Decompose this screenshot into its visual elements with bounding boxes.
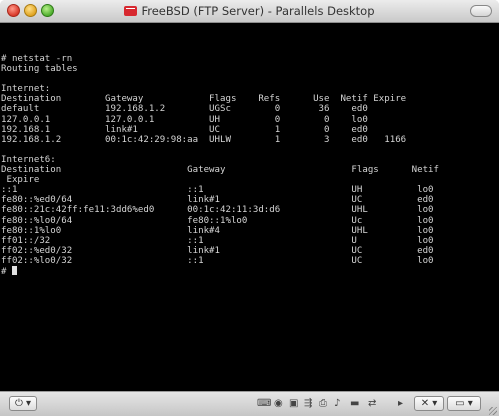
power-button[interactable]: ⏻ ▾ xyxy=(9,396,37,411)
terminal-line: ff01::/32 ::1 U lo0 xyxy=(1,235,434,246)
terminal-line: Internet6: xyxy=(1,154,56,165)
terminal-line: fe80::21c:42ff:fe11:3dd6%ed0 00:1c:42:11… xyxy=(1,205,434,216)
terminal-line: ff02::%ed0/32 link#1 UC ed0 xyxy=(1,245,434,256)
resize-grip[interactable] xyxy=(489,407,497,415)
floppy-icon[interactable]: ▣ xyxy=(289,399,298,409)
terminal-line: 192.168.1.2 00:1c:42:29:98:aa UHLW 1 3 e… xyxy=(1,134,407,145)
network-icon[interactable]: ⇄ xyxy=(368,399,376,409)
terminal-line: Destination Gateway Flags Refs Use Netif… xyxy=(1,94,407,105)
terminal-line: ff02::%lo0/32 ::1 UC lo0 xyxy=(1,255,434,266)
vm-screen[interactable]: # netstat -rn Routing tables Internet: Dest… xyxy=(0,23,499,391)
view-mode-button[interactable]: ▭ ▾ xyxy=(447,396,481,411)
status-toolbar: ⏻ ▾ ⌨ ◉ ▣ ⇶ ⎙ ♪ ▬ ⇄ ▸ ✕ ▾ ▭ ▾ xyxy=(0,391,499,416)
sound-icon[interactable]: ♪ xyxy=(334,399,340,409)
terminal-line: ::1 ::1 UH lo0 xyxy=(1,185,434,196)
title-bar[interactable]: FreeBSD (FTP Server) - Parallels Desktop xyxy=(0,0,499,23)
terminal-line: Internet: xyxy=(1,84,51,95)
terminal-line: default 192.168.1.2 UGSc 0 36 ed0 xyxy=(1,104,368,115)
tools-button[interactable]: ✕ ▾ xyxy=(414,396,444,411)
terminal-line: Expire xyxy=(1,175,40,186)
parallels-app-icon xyxy=(124,6,138,16)
terminal-cursor xyxy=(11,265,17,275)
terminal-line: Routing tables xyxy=(1,64,78,75)
terminal-line: 192.168.1 link#1 UC 1 0 ed0 xyxy=(1,124,368,135)
terminal-line: fe80::1%lo0 link#4 UHL lo0 xyxy=(1,225,434,236)
terminal-line: 127.0.0.1 127.0.0.1 UH 0 0 lo0 xyxy=(1,114,368,125)
printer-icon[interactable]: ⎙ xyxy=(319,399,327,409)
terminal-line: fe80::%ed0/64 link#1 UC ed0 xyxy=(1,195,434,206)
terminal-line: # xyxy=(1,265,439,277)
parallels-window: FreeBSD (FTP Server) - Parallels Desktop… xyxy=(0,0,499,416)
keyboard-icon[interactable]: ⌨ xyxy=(257,399,271,409)
terminal-line: # netstat -rn xyxy=(1,54,73,64)
toolbar-toggle-button[interactable] xyxy=(470,5,492,17)
terminal-line: Destination Gateway Flags Netif xyxy=(1,165,439,176)
cdrom-icon[interactable]: ◉ xyxy=(274,399,283,409)
hdd-icon[interactable]: ▬ xyxy=(350,399,359,409)
usb-icon[interactable]: ⇶ xyxy=(304,399,312,409)
window-title: FreeBSD (FTP Server) - Parallels Desktop xyxy=(141,4,375,18)
terminal-output: # netstat -rn Routing tables Internet: Dest… xyxy=(1,54,439,277)
play-icon[interactable]: ▸ xyxy=(398,399,403,409)
window-title-container: FreeBSD (FTP Server) - Parallels Desktop xyxy=(0,3,499,19)
terminal-line: fe80::%lo0/64 fe80::1%lo0 Uc lo0 xyxy=(1,215,434,226)
